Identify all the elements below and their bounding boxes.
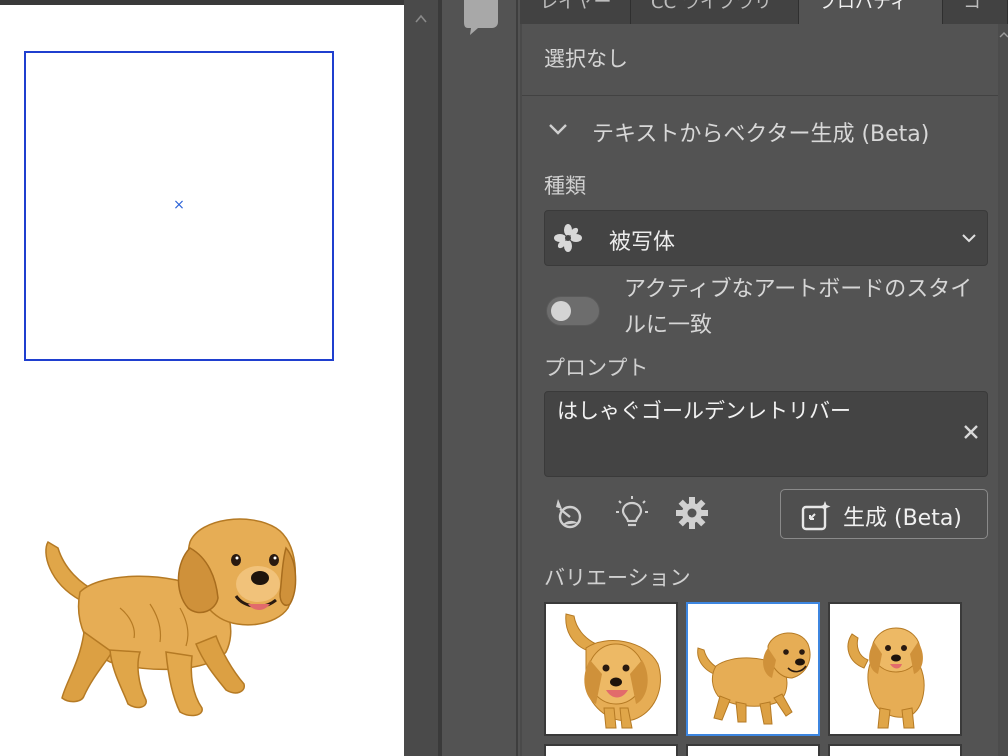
variation-thumbnail-6[interactable] <box>828 744 962 756</box>
canvas-vertical-scrollbar[interactable] <box>404 0 438 756</box>
variations-label: バリエーション <box>544 566 691 590</box>
scroll-up-arrow-icon[interactable] <box>999 30 1008 40</box>
type-dropdown[interactable]: 被写体 <box>544 210 988 266</box>
flower-icon <box>554 224 582 252</box>
prompt-text: はしゃぐゴールデンレトリバー <box>557 399 851 423</box>
gear-icon[interactable] <box>674 495 710 531</box>
variation-thumbnail-1[interactable] <box>544 602 678 736</box>
panel-tabs: レイヤー CC ライブラリ プロパティ コ <box>520 0 1008 24</box>
scroll-up-arrow-icon[interactable] <box>414 12 428 26</box>
generate-button-label: 生成 (Beta) <box>843 506 962 531</box>
text-to-vector-section-header[interactable]: テキストからベクター生成 (Beta) <box>544 116 994 147</box>
variation-thumbnail-3[interactable] <box>828 602 962 736</box>
variation-thumbnail-4[interactable] <box>544 744 678 756</box>
panel-vertical-scrollbar[interactable] <box>998 24 1008 756</box>
selection-status: 選択なし <box>544 47 628 71</box>
generate-sparkle-icon <box>801 501 831 531</box>
collapsed-panel-strip <box>442 0 518 756</box>
lightbulb-icon[interactable] <box>614 495 650 531</box>
tab-properties[interactable]: プロパティ <box>799 0 943 24</box>
golden-retriever-artwork[interactable] <box>40 512 302 724</box>
type-label: 種類 <box>544 174 586 198</box>
comment-icon[interactable] <box>460 0 502 36</box>
tab-cc-libraries[interactable]: CC ライブラリ <box>631 0 799 24</box>
close-icon[interactable] <box>961 422 981 442</box>
type-selected-value: 被写体 <box>609 230 676 255</box>
match-style-label: アクティブなアートボードのスタイルに一致 <box>624 277 973 338</box>
style-picker-icon[interactable] <box>550 495 586 531</box>
prompt-input[interactable]: はしゃぐゴールデンレトリバー <box>544 391 988 477</box>
match-style-toggle[interactable] <box>546 296 600 326</box>
panel-body: 選択なし テキストからベクター生成 (Beta) 種類 被写体 アクティブなアー… <box>520 24 1008 756</box>
variation-dog-image <box>697 632 811 725</box>
properties-panel: レイヤー CC ライブラリ プロパティ コ 選択なし テキストからベクター生成 … <box>520 0 1008 756</box>
tab-more[interactable]: コ <box>943 0 1008 24</box>
artboard-center-mark: × <box>173 197 185 213</box>
chevron-down-icon[interactable] <box>548 122 568 136</box>
section-title: テキストからベクター生成 (Beta) <box>592 122 930 147</box>
generate-button[interactable]: 生成 (Beta) <box>780 489 988 539</box>
tab-layers[interactable]: レイヤー <box>520 0 631 24</box>
toggle-knob <box>551 301 571 321</box>
artboard-canvas[interactable]: × <box>0 0 404 756</box>
section-divider <box>522 95 998 96</box>
variation-dog-image <box>847 627 925 729</box>
chevron-down-icon <box>962 234 976 243</box>
prompt-label: プロンプト <box>544 356 649 380</box>
canvas-top-edge <box>0 0 404 5</box>
variation-thumbnail-2[interactable] <box>686 602 820 736</box>
variation-thumbnail-5[interactable] <box>686 744 820 756</box>
variation-dog-image <box>565 613 661 729</box>
